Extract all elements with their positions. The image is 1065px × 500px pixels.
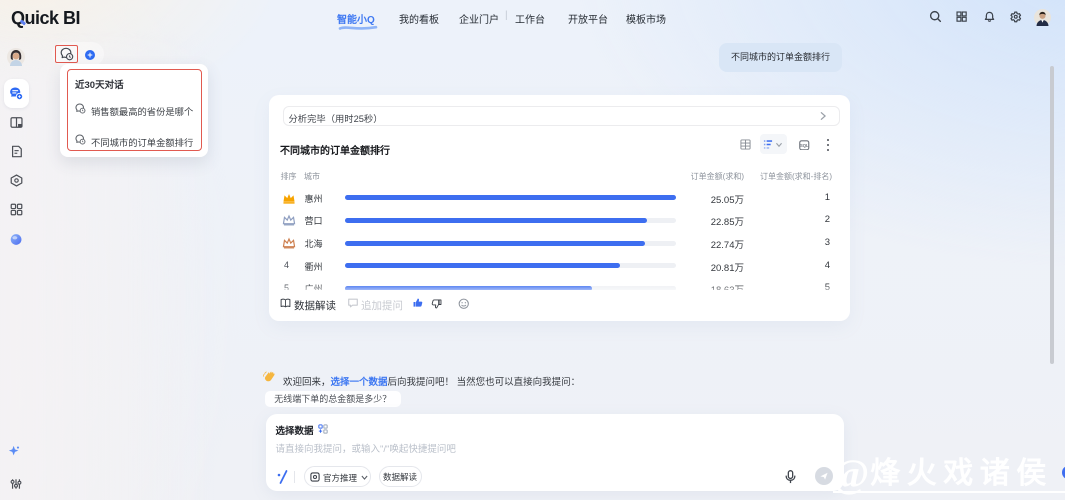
svg-text:SQL: SQL <box>800 143 809 148</box>
